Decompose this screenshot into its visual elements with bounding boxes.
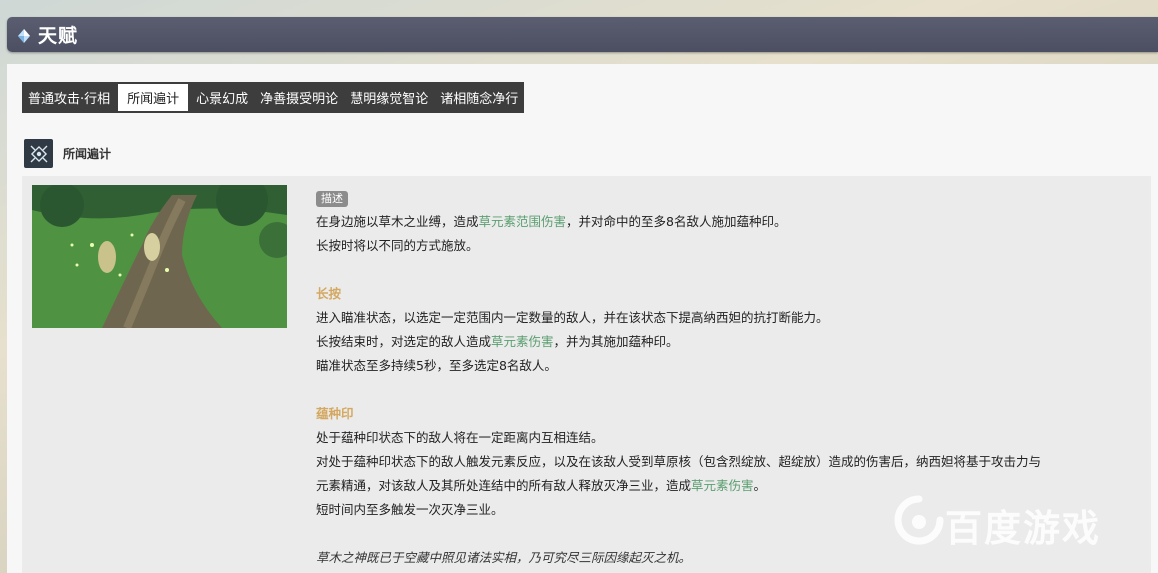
hold-title: 长按 <box>316 286 342 301</box>
watermark: 百度游戏 <box>893 495 1101 554</box>
seed-of-skandha-icon <box>24 139 53 168</box>
tab-normal-attack[interactable]: 普通攻击·行相 <box>22 82 116 113</box>
dendro-damage-2: 草元素伤害 <box>691 478 754 493</box>
seed-line-2: 对处于蕴种印状态下的敌人触发元素反应，以及在该敌人受到草原核（包含烈绽放、超绽放… <box>316 454 1042 469</box>
skill-heading: 所闻遍计 <box>24 139 111 168</box>
talent-tab-bar: 普通攻击·行相 所闻遍计 心景幻成 净善摄受明论 慧明缘觉智论 诸相随念净行 <box>22 82 525 113</box>
intro-text-a: 在身边施以草木之业缚，造成 <box>316 214 479 229</box>
seed-text-a: 元素精通，对该敌人及其所处连结中的所有敌人释放灭净三业，造成 <box>316 478 692 493</box>
baidu-paw-icon <box>893 495 945 554</box>
seed-title: 蕴种印 <box>316 406 354 421</box>
tab-passive-2[interactable]: 慧明缘觉智论 <box>344 82 434 113</box>
section-header: 天赋 <box>7 17 1158 52</box>
watermark-text: 百度游戏 <box>945 506 1101 550</box>
hold-line-2: 长按结束时，对选定的敌人造成草元素伤害，并为其施加蕴种印。 <box>316 330 1146 354</box>
skill-preview-image <box>32 185 287 328</box>
tab-passive-3[interactable]: 诸相随念净行 <box>434 82 524 113</box>
hold-text-b: ，并为其施加蕴种印。 <box>553 334 679 349</box>
section-title: 天赋 <box>38 25 79 47</box>
seed-text-b: 。 <box>753 478 767 493</box>
skill-name: 所闻遍计 <box>63 147 112 161</box>
tab-elemental-burst[interactable]: 心景幻成 <box>190 82 254 113</box>
hold-line-3: 瞄准状态至多持续5秒，至多选定8名敌人。 <box>316 358 557 373</box>
tab-passive-1[interactable]: 净善摄受明论 <box>254 82 344 113</box>
intro-line-2: 长按时将以不同的方式施放。 <box>316 238 479 253</box>
diamond-gem-icon <box>17 28 31 43</box>
seed-line-1: 处于蕴种印状态下的敌人将在一定距离内互相连结。 <box>316 430 604 445</box>
hold-line-1: 进入瞄准状态，以选定一定范围内一定数量的敌人，并在该状态下提高纳西妲的抗打断能力… <box>316 310 829 325</box>
intro-text-b: ，并对命中的至多8名敌人施加蕴种印。 <box>566 214 787 229</box>
tab-elemental-skill[interactable]: 所闻遍计 <box>118 84 189 111</box>
intro-line-1: 在身边施以草木之业缚，造成草元素范围伤害，并对命中的至多8名敌人施加蕴种印。 <box>316 210 1146 234</box>
description-tag: 描述 <box>316 191 348 207</box>
hold-text-a: 长按结束时，对选定的敌人造成 <box>316 334 492 349</box>
dendro-aoe-damage: 草元素范围伤害 <box>478 214 567 229</box>
dendro-damage: 草元素伤害 <box>491 334 554 349</box>
